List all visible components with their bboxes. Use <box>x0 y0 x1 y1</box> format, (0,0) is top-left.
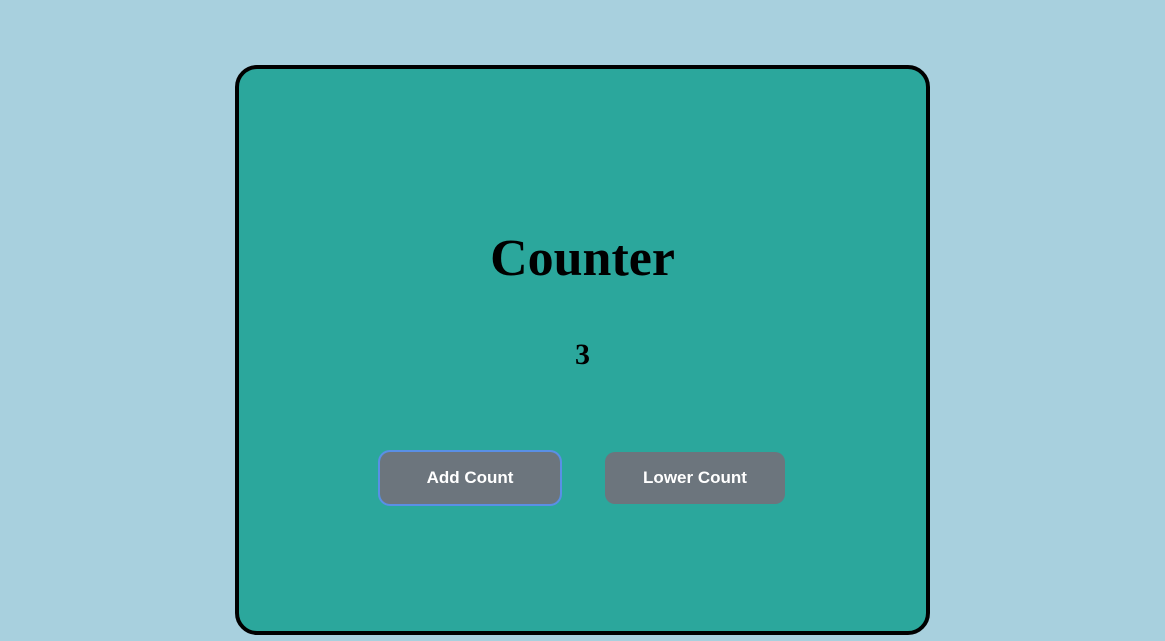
button-row: Add Count Lower Count <box>380 452 785 504</box>
lower-count-button[interactable]: Lower Count <box>605 452 785 504</box>
counter-value: 3 <box>575 338 590 372</box>
counter-card: Counter 3 Add Count Lower Count <box>235 65 930 635</box>
add-count-button[interactable]: Add Count <box>380 452 560 504</box>
counter-title: Counter <box>490 229 675 288</box>
